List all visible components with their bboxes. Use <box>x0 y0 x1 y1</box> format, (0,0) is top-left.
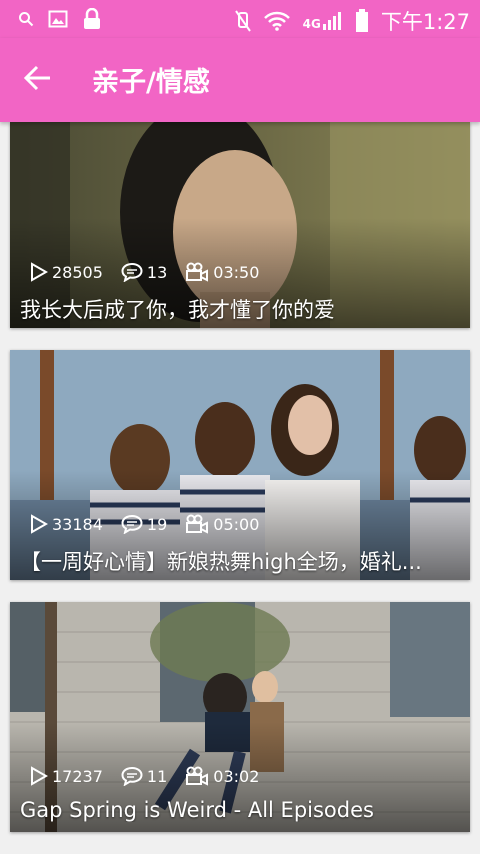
duration-value: 05:00 <box>213 514 260 534</box>
status-bar: 4G 下午1:27 <box>0 0 480 38</box>
comment-count-value: 13 <box>146 262 168 282</box>
video-camera-icon <box>186 766 209 786</box>
play-count-value: 33184 <box>52 514 103 534</box>
back-arrow-icon <box>23 65 50 91</box>
duration-value: 03:02 <box>213 766 260 786</box>
comment-count: 11 <box>121 766 167 786</box>
duration: 05:00 <box>185 514 259 534</box>
back-button[interactable] <box>22 62 62 98</box>
comment-count-value: 19 <box>146 514 168 534</box>
clock: 下午1:27 <box>380 10 470 34</box>
video-camera-icon <box>186 514 209 534</box>
duration: 03:02 <box>185 766 259 786</box>
video-list[interactable]: 28505 13 03:50 我长大后成了你，我才懂了你的爱 33184 19 … <box>0 122 480 854</box>
comment-icon <box>121 262 143 282</box>
video-stats: 28505 13 03:50 <box>30 262 277 282</box>
video-title: 【一周好心情】新娘热舞high全场，婚礼... <box>20 550 422 574</box>
comment-count-value: 11 <box>146 766 168 786</box>
mute-icon <box>234 10 251 32</box>
search-icon <box>19 12 34 27</box>
network-type-label: 4G <box>302 17 321 31</box>
play-count: 28505 <box>30 262 103 282</box>
video-title: 我长大后成了你，我才懂了你的爱 <box>20 298 335 322</box>
comment-count: 19 <box>121 514 167 534</box>
comment-icon <box>121 766 143 786</box>
wifi-icon <box>263 11 290 31</box>
video-card[interactable]: 28505 13 03:50 我长大后成了你，我才懂了你的爱 <box>10 122 470 328</box>
video-stats: 33184 19 05:00 <box>30 514 277 534</box>
video-title: Gap Spring is Weird - All Episodes <box>20 798 374 822</box>
image-icon <box>48 10 68 28</box>
app-bar: 亲子/情感 <box>0 38 480 122</box>
video-card[interactable]: 33184 19 05:00 【一周好心情】新娘热舞high全场，婚礼... <box>10 350 470 580</box>
play-count: 33184 <box>30 514 103 534</box>
page-title: 亲子/情感 <box>92 67 210 98</box>
play-icon <box>31 262 48 282</box>
play-count-value: 28505 <box>52 262 103 282</box>
play-count: 17237 <box>30 766 103 786</box>
signal-icon <box>322 12 341 30</box>
comment-count: 13 <box>121 262 167 282</box>
duration-value: 03:50 <box>213 262 260 282</box>
video-card[interactable]: 17237 11 03:02 Gap Spring is Weird - All… <box>10 602 470 832</box>
comment-icon <box>121 514 143 534</box>
video-stats: 17237 11 03:02 <box>30 766 277 786</box>
video-camera-icon <box>186 262 209 282</box>
duration: 03:50 <box>185 262 259 282</box>
play-icon <box>31 514 48 534</box>
battery-icon <box>355 9 368 32</box>
lock-icon <box>84 8 100 29</box>
play-icon <box>31 766 48 786</box>
play-count-value: 17237 <box>52 766 103 786</box>
